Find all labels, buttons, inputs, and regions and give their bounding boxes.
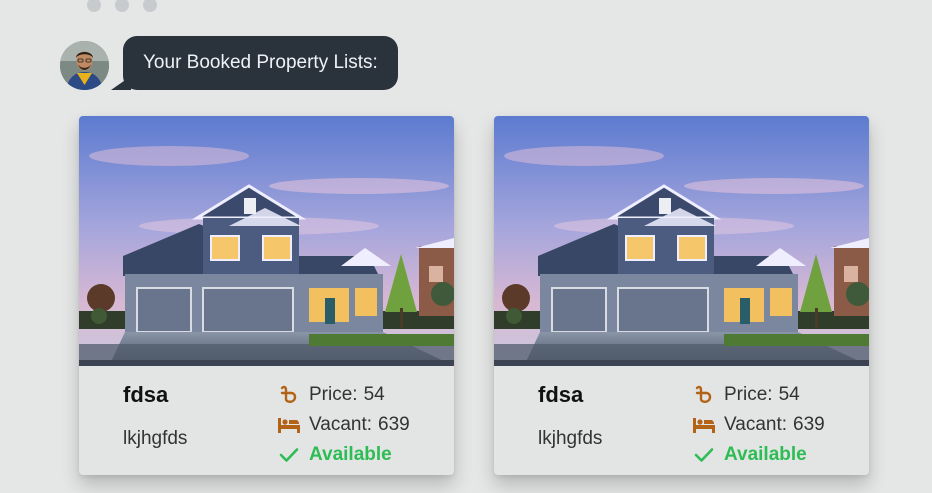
currency-taka-icon — [692, 385, 716, 405]
availability-row: Available — [692, 440, 825, 470]
typing-indicator — [87, 0, 157, 12]
currency-taka-icon — [277, 385, 301, 405]
price-label: Price: — [724, 384, 773, 405]
avatar[interactable] — [60, 40, 109, 90]
chat-message: Your Booked Property Lists: — [60, 36, 398, 90]
price-label: Price: — [309, 384, 358, 405]
user-avatar-icon — [60, 40, 109, 90]
property-card-body: fdsa lkjhgfds Price: 54 Vacant: 639 Avai… — [79, 366, 454, 475]
vacant-row: Vacant: 639 — [277, 410, 410, 440]
property-stats: Price: 54 Vacant: 639 Available — [277, 380, 410, 470]
checkmark-icon — [692, 447, 716, 463]
typing-dot — [87, 0, 101, 12]
property-description: lkjhgfds — [123, 428, 188, 449]
chat-bubble: Your Booked Property Lists: — [123, 36, 398, 90]
availability-row: Available — [277, 440, 410, 470]
price-value: 54 — [363, 384, 385, 405]
vacant-row: Vacant: 639 — [692, 410, 825, 440]
property-title: fdsa — [123, 382, 169, 407]
bed-icon — [692, 417, 716, 433]
typing-dot — [143, 0, 157, 12]
property-stats: Price: 54 Vacant: 639 Available — [692, 380, 825, 470]
property-title: fdsa — [538, 382, 584, 407]
property-description: lkjhgfds — [538, 428, 603, 449]
availability-status: Available — [309, 444, 392, 465]
property-card-list: fdsa lkjhgfds Price: 54 Vacant: 639 Avai… — [79, 116, 869, 475]
property-image — [79, 116, 454, 366]
bed-icon — [277, 417, 301, 433]
property-image — [494, 116, 869, 366]
vacant-value: 639 — [793, 414, 825, 435]
typing-dot — [115, 0, 129, 12]
booked-properties-page: Your Booked Property Lists: fdsa lkjhgfd… — [0, 0, 932, 493]
vacant-label: Vacant: — [309, 414, 373, 435]
price-row: Price: 54 — [692, 380, 825, 410]
vacant-label: Vacant: — [724, 414, 788, 435]
property-card-body: fdsa lkjhgfds Price: 54 Vacant: 639 Avai… — [494, 366, 869, 475]
price-value: 54 — [778, 384, 800, 405]
price-row: Price: 54 — [277, 380, 410, 410]
property-card[interactable]: fdsa lkjhgfds Price: 54 Vacant: 639 Avai… — [79, 116, 454, 475]
vacant-value: 639 — [378, 414, 410, 435]
checkmark-icon — [277, 447, 301, 463]
property-card[interactable]: fdsa lkjhgfds Price: 54 Vacant: 639 Avai… — [494, 116, 869, 475]
availability-status: Available — [724, 444, 807, 465]
